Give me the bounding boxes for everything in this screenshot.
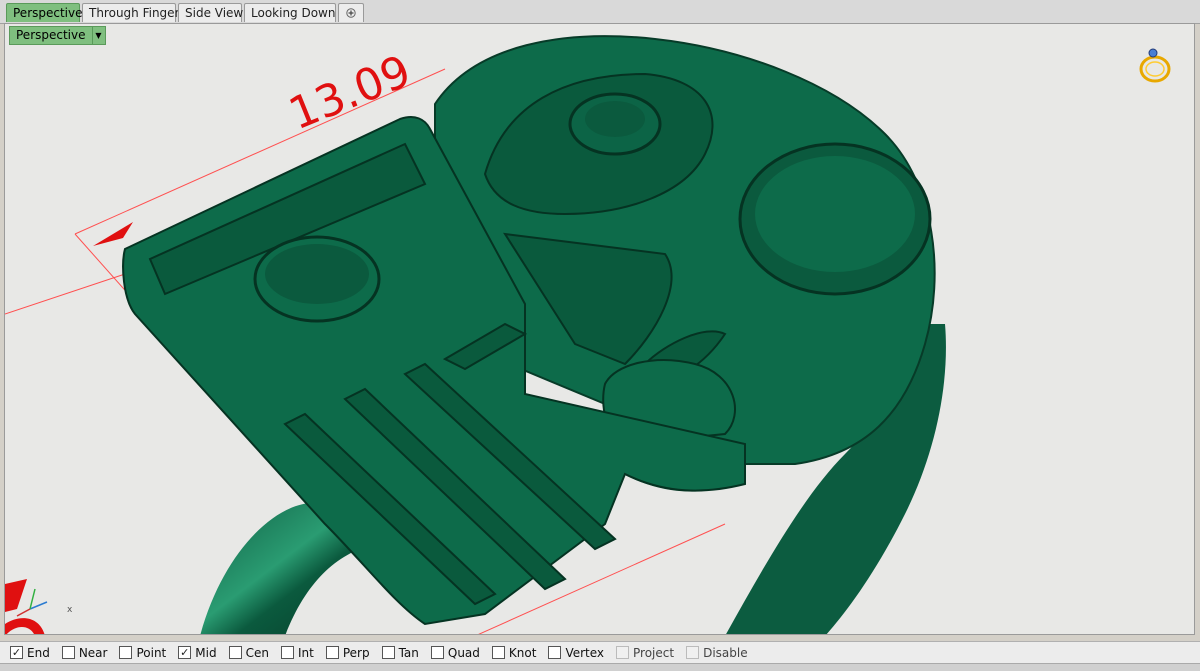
osnap-label: Vertex [565, 645, 605, 660]
osnap-label: Quad [447, 645, 480, 660]
osnap-tan[interactable]: Tan [381, 645, 419, 660]
osnap-checkbox[interactable] [119, 646, 133, 659]
osnap-perp[interactable]: Perp [325, 645, 370, 660]
osnap-checkbox[interactable] [228, 646, 242, 659]
viewport-tab-bar: Perspective Through Finger Side View Loo… [0, 0, 1200, 24]
osnap-label: Int [297, 645, 314, 660]
osnap-quad[interactable]: Quad [430, 645, 480, 660]
tab-looking-down[interactable]: Looking Down [244, 3, 336, 22]
osnap-near[interactable]: Near [61, 645, 108, 660]
osnap-mid[interactable]: ✓ Mid [178, 645, 217, 660]
svg-text:x: x [67, 605, 73, 615]
osnap-toolbar: ✓ End Near Point ✓ Mid Cen Int Perp Tan Quad Knot Ve… [0, 641, 1200, 663]
osnap-checkbox[interactable] [430, 646, 444, 659]
osnap-label: Point [136, 645, 167, 660]
osnap-checkbox[interactable] [616, 646, 630, 659]
ring-model-scene: 13.09 x [5, 35, 1171, 634]
osnap-label: Near [78, 645, 108, 660]
osnap-label: Perp [342, 645, 370, 660]
osnap-checkbox[interactable] [381, 646, 395, 659]
osnap-checkbox[interactable] [280, 646, 294, 659]
osnap-checkbox[interactable]: ✓ [178, 646, 192, 659]
osnap-label: Tan [398, 645, 419, 660]
osnap-cen[interactable]: Cen [228, 645, 269, 660]
triangle-down-icon[interactable]: ▼ [92, 26, 106, 45]
osnap-knot[interactable]: Knot [491, 645, 537, 660]
osnap-checkbox[interactable] [686, 646, 700, 659]
add-viewport-tab-button[interactable] [338, 3, 364, 22]
osnap-checkbox[interactable] [325, 646, 339, 659]
osnap-label: End [27, 645, 50, 660]
osnap-checkbox[interactable] [61, 646, 75, 659]
perspective-viewport[interactable]: Perspective ▼ 13.09 x [4, 23, 1195, 635]
osnap-label: Cen [245, 645, 269, 660]
osnap-checkbox[interactable] [548, 646, 562, 659]
tab-through-finger[interactable]: Through Finger [82, 3, 180, 22]
osnap-project[interactable]: Project [616, 646, 674, 660]
ring-icon[interactable] [1139, 48, 1171, 83]
osnap-label: Disable [703, 645, 748, 660]
osnap-label: Knot [508, 645, 537, 660]
osnap-checkbox[interactable]: ✓ [10, 646, 23, 659]
osnap-checkbox[interactable] [491, 646, 505, 659]
osnap-point[interactable]: Point [119, 646, 166, 660]
tab-side-view[interactable]: Side View [178, 3, 243, 22]
osnap-end[interactable]: ✓ End [10, 646, 50, 660]
tab-perspective[interactable]: Perspective [6, 3, 83, 22]
osnap-label: Project [633, 645, 675, 660]
plus-icon [346, 8, 356, 18]
osnap-label: Mid [195, 645, 217, 660]
viewport-title[interactable]: Perspective ▼ [9, 26, 106, 45]
osnap-vertex[interactable]: Vertex [548, 646, 604, 660]
world-axis-icon: x [16, 588, 73, 617]
viewport-title-label[interactable]: Perspective [9, 26, 93, 45]
osnap-int[interactable]: Int [280, 645, 314, 660]
osnap-disable[interactable]: Disable [686, 646, 748, 660]
